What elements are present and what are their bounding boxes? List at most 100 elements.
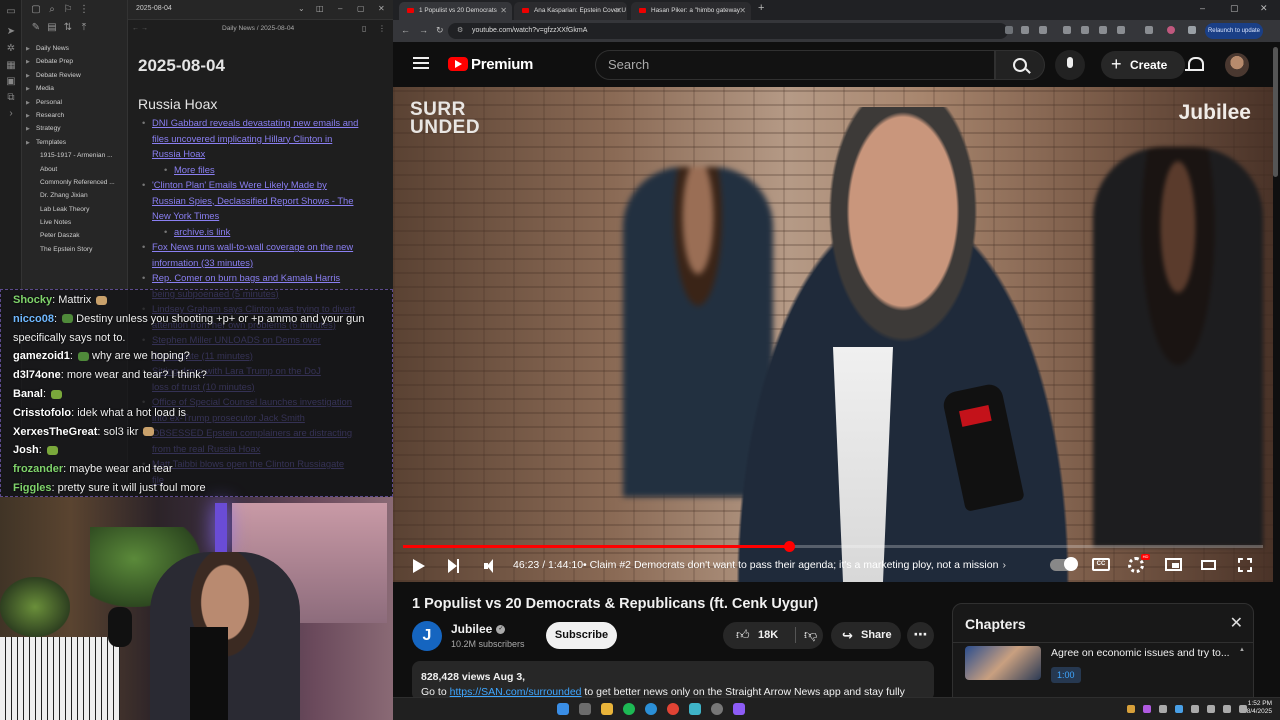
tray-app-icon[interactable] [1127,705,1135,713]
chat-username[interactable]: nicco08 [13,313,54,325]
files-icon[interactable]: ▢ [30,4,42,16]
close-icon[interactable]: ✕ [378,4,385,13]
extensions-icon[interactable] [1117,26,1125,34]
chapter-thumbnail[interactable] [965,646,1041,680]
more-options-icon[interactable]: ⋮ [378,24,386,33]
bookmark-icon[interactable]: ⚐ [62,4,74,16]
back-arrow-icon[interactable]: ← → [132,25,148,32]
tree-file[interactable]: The Epstein Story [26,243,126,256]
tab-youtube-2[interactable]: Ana Kasparian: Epstein Cover U ✕ [514,2,627,20]
chat-username[interactable]: Crisstofolo [13,407,71,419]
sub-link[interactable]: More files [138,162,388,178]
extension-3-icon[interactable] [1099,26,1107,34]
minimize-icon[interactable]: – [1200,3,1205,13]
new-tab-icon[interactable]: + [758,2,764,14]
tree-folder[interactable]: ▶ Strategy [26,122,126,135]
description-box[interactable]: 828,428 views Aug 3, Go to https://SAN.c… [412,661,934,701]
more-actions-button[interactable]: ⋯ [907,622,934,649]
dislike-thumb-icon[interactable]: 👎︎ [795,627,817,643]
note-tab[interactable]: 2025-08-04 [136,5,172,12]
ribbon-calendar-icon[interactable]: ▣ [5,76,17,88]
chevron-down-icon[interactable]: ⌄ [298,4,305,13]
cast-icon[interactable] [1005,26,1013,34]
search-button[interactable] [995,50,1045,80]
progress-bar[interactable] [403,541,1263,552]
chat-username[interactable]: Shocky [13,294,52,306]
miniplayer-icon[interactable] [1165,558,1182,571]
like-thumb-icon[interactable]: 👍︎ [736,627,750,643]
channel-avatar[interactable]: J [412,621,442,651]
forward-icon[interactable]: → [419,25,428,35]
chapter-item-title[interactable]: Agree on economic issues and try to... [1051,647,1246,659]
search-taskbar-icon[interactable] [579,703,591,715]
youtube-logo-text[interactable]: Premium [471,56,533,73]
chat-username[interactable]: Josh [13,444,39,456]
extension-2-icon[interactable] [1081,26,1089,34]
chrome-icon[interactable] [667,703,679,715]
chat-username[interactable]: Figgles [13,482,52,494]
news-link[interactable]: Russian Spies, Declassified Report Shows… [138,193,388,209]
ribbon-terminal-icon[interactable]: › [5,108,17,120]
hamburger-menu-icon[interactable] [413,57,429,69]
captions-button[interactable]: CC [1092,558,1110,571]
tree-file[interactable]: Commonly Referenced ... [26,176,126,189]
ribbon-template-icon[interactable]: ⧉ [5,92,17,104]
edge-icon[interactable] [645,703,657,715]
close-icon[interactable]: ✕ [1260,3,1268,14]
chapter-title-button[interactable]: • Claim #2 Democrats don't want to pass … [583,559,1006,571]
share-button[interactable]: ↪ Share [831,622,901,649]
tray-app6-icon[interactable] [1207,705,1215,713]
tray-app5-icon[interactable] [1191,705,1199,713]
create-button[interactable]: Create [1101,50,1185,79]
news-link[interactable]: 'Clinton Plan' Emails Were Likely Made b… [138,177,388,193]
youtube-logo-icon[interactable] [448,57,468,71]
play-button[interactable] [413,559,425,573]
url-input[interactable]: ⚙ youtube.com/watch?v=gfzzXXfGkmA [448,23,1008,39]
ribbon-canvas-icon[interactable]: ▦ [5,60,17,72]
news-link[interactable]: New York Times [138,208,388,224]
site-info-icon[interactable]: ⚙ [457,23,463,39]
obsidian-icon[interactable] [733,703,745,715]
maximize-icon[interactable]: ▢ [1230,3,1239,14]
ribbon-graph-icon[interactable]: ✲ [5,43,17,55]
maximize-icon[interactable]: ▢ [357,4,365,13]
chat-username[interactable]: d3l74one [13,369,61,381]
chat-username[interactable]: Banal [13,388,43,400]
page-scrollbar[interactable] [1273,47,1278,177]
system-clock[interactable]: 1:52 PM 8/4/2025 [1247,700,1272,716]
tray-app4-icon[interactable] [1175,705,1183,713]
tray-app3-icon[interactable] [1159,705,1167,713]
relaunch-button[interactable]: Relaunch to update [1205,23,1263,39]
tree-file[interactable]: 1915-1917 - Armenian ... [26,149,126,162]
chat-username[interactable]: XerxesTheGreat [13,426,97,438]
file-explorer-icon[interactable] [601,703,613,715]
next-button[interactable] [448,559,459,573]
zoom-icon[interactable] [1021,26,1029,34]
tab-close-icon[interactable]: ✕ [615,2,622,19]
close-icon[interactable]: ✕ [1230,613,1243,633]
more-icon[interactable]: ⋮ [78,4,90,16]
app2-icon[interactable] [711,703,723,715]
split-view-icon[interactable] [1145,26,1153,34]
like-count[interactable]: 18K [758,629,778,641]
tree-folder[interactable]: ▶ Debate Review [26,69,126,82]
sidebar-toggle-icon[interactable]: ◫ [316,4,324,13]
news-link[interactable]: Fox News runs wall-to-wall coverage on t… [138,239,388,255]
search-input[interactable]: Search [595,50,995,80]
voice-search-icon[interactable] [1055,50,1085,80]
tree-folder[interactable]: ▶ Media [26,82,126,95]
wifi-icon[interactable] [1223,705,1231,713]
tree-file[interactable]: About [26,163,126,176]
account-avatar[interactable] [1225,53,1249,77]
extension-1-icon[interactable] [1063,26,1071,34]
tree-file[interactable]: Live Notes [26,216,126,229]
minimize-icon[interactable]: – [338,4,342,13]
tab-youtube-1[interactable]: 1 Populist vs 20 Democrats ✕ [399,2,512,20]
start-windows-icon[interactable] [557,703,569,715]
search-icon[interactable]: ⌕ [46,4,58,16]
collapse-icon[interactable]: ⤒ [78,22,90,34]
tree-file[interactable]: Dr. Zhang Jixian [26,189,126,202]
tree-folder[interactable]: ▶ Research [26,109,126,122]
tree-file[interactable]: Lab Leak Theory [26,203,126,216]
theater-mode-icon[interactable] [1201,560,1216,570]
